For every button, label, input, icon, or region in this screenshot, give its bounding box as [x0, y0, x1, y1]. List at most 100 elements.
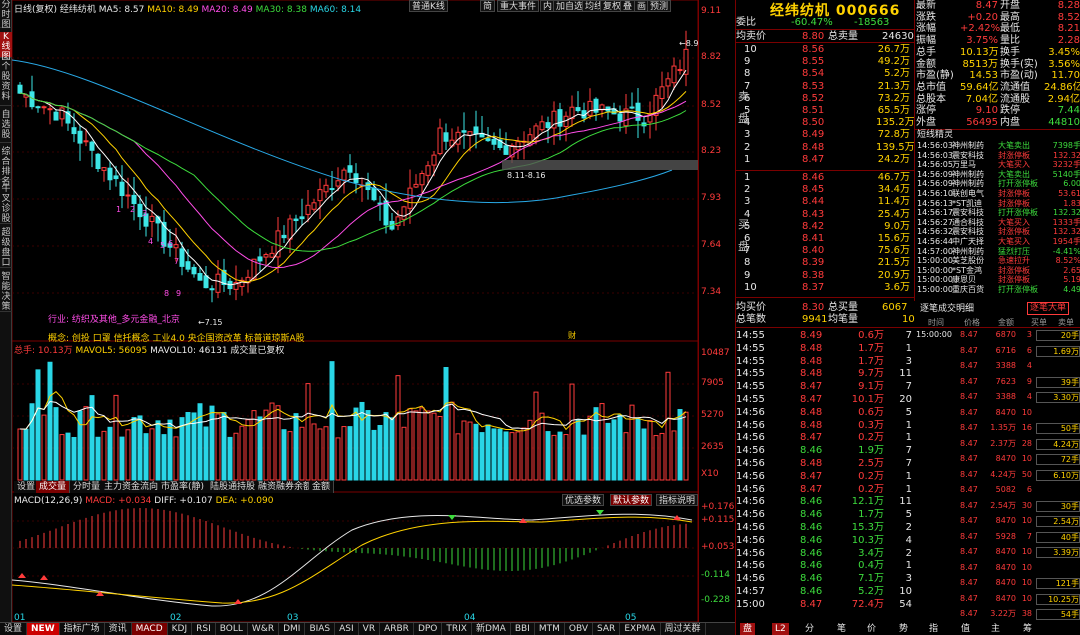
news-stock[interactable]: 震安科技	[952, 208, 984, 217]
indicator-tab-19[interactable]: OBV	[565, 623, 594, 635]
toolbar-btn-2[interactable]: 重大事件	[497, 0, 540, 12]
indicator-tab-20[interactable]: SAR	[593, 623, 621, 635]
indicator-tab-0[interactable]: 设置	[0, 623, 28, 635]
indicator-tab-8[interactable]: W&R	[248, 623, 280, 635]
news-stock[interactable]: 神州制药	[952, 141, 984, 150]
sell-word: 卖	[738, 90, 749, 103]
indicator-tab-18[interactable]: MTM	[535, 623, 565, 635]
subtab-6[interactable]: 融资融券余额	[255, 481, 317, 493]
news-stock[interactable]: *ST金鸿	[952, 266, 982, 275]
indicator-tab-15[interactable]: TRIX	[442, 623, 472, 635]
subtab-1[interactable]: 成交量	[36, 481, 71, 493]
news-stock[interactable]: 美芝股份	[952, 256, 984, 265]
indicator-tab-17[interactable]: BBI	[511, 623, 535, 635]
volume-bar	[677, 409, 683, 481]
subtab-4[interactable]: 市盈率(静)	[158, 481, 209, 493]
volume-bar	[35, 369, 41, 481]
indicator-tab-10[interactable]: BIAS	[305, 623, 336, 635]
subtab-5[interactable]: 陆股通持股	[207, 481, 260, 493]
quote-bottom-tab-1[interactable]: L2	[772, 623, 789, 635]
candle-body	[323, 184, 329, 193]
volume-bar	[509, 432, 515, 481]
trade-count: 1	[905, 560, 912, 572]
macd-btn-2[interactable]: 指标说明	[656, 494, 699, 506]
quote-bottom-tab-3[interactable]: 笔	[834, 623, 849, 635]
news-stock[interactable]: 震安科技	[952, 151, 984, 160]
ask-level: 2	[744, 141, 751, 153]
kline-chart[interactable]: 8.11-8.16 ←8.92 ←7.15 123 4567 89 财 01 02 03 04 05	[12, 0, 698, 622]
indicator-tab-1[interactable]: NEW	[27, 623, 60, 635]
big-order-button[interactable]: 逐笔大单	[1027, 302, 1070, 315]
indicator-tab-6[interactable]: RSI	[192, 623, 216, 635]
news-stock[interactable]: 震安科技	[952, 227, 984, 236]
vtab-3[interactable]: 自选股	[0, 110, 12, 143]
vtab-6[interactable]: 超级盘口	[0, 228, 12, 268]
news-stock[interactable]: 重庆百货	[952, 285, 984, 294]
macd-golden-cross-icon	[234, 599, 242, 604]
quote-bottom-tab-2[interactable]: 分	[802, 623, 817, 635]
quote-bottom-tab-6[interactable]: 指	[926, 623, 941, 635]
macd-btn-1[interactable]: 默认参数	[610, 494, 653, 506]
vtab-0[interactable]: 分时图	[0, 0, 12, 30]
price-axis: 9.11 8.82 8.52 8.23 7.93 7.64 7.34 10487 7905 527…	[698, 0, 734, 622]
bid-level: 2	[744, 184, 751, 196]
news-stock[interactable]: 通合科技	[952, 218, 984, 227]
indicator-tab-11[interactable]: ASI	[335, 623, 359, 635]
quote-bottom-tab-8[interactable]: 主	[988, 623, 1003, 635]
quote-bottom-tab-7[interactable]: 值	[958, 623, 973, 635]
toolbar-btn-0[interactable]: 普通K线	[409, 0, 448, 12]
news-stock[interactable]: 中广天择	[952, 237, 984, 246]
indicator-tab-13[interactable]: ARBR	[380, 623, 414, 635]
indicator-tab-7[interactable]: BOLL	[216, 623, 248, 635]
indicator-tab-21[interactable]: EXPMA	[620, 623, 661, 635]
subtab-2[interactable]: 分时量	[70, 481, 105, 493]
vtab-4[interactable]: 综合排名	[0, 147, 12, 187]
candle-body	[539, 121, 545, 131]
indicator-tab-5[interactable]: KDJ	[168, 623, 193, 635]
quote-bottom-tab-0[interactable]: 盘	[740, 623, 756, 635]
indicator-tab-14[interactable]: DPO	[414, 623, 443, 635]
indicator-tab-16[interactable]: 新DMA	[472, 623, 511, 635]
volume-bar	[587, 415, 593, 481]
stat-label: 外盘	[916, 117, 936, 128]
trade-count: 5	[905, 509, 912, 521]
trade-count: 5	[905, 406, 912, 418]
detail-buy: 6	[1026, 345, 1032, 355]
toolbar-btn-7[interactable]: 叠	[620, 0, 636, 12]
candle-body	[131, 194, 137, 205]
news-stock[interactable]: 神州制药	[952, 247, 984, 256]
quote-bottom-tab-9[interactable]: 筹	[1020, 623, 1035, 635]
indicator-tab-4[interactable]: MACD	[131, 623, 168, 635]
indicator-tab-22[interactable]: 周过关群	[661, 623, 706, 635]
subtab-7[interactable]: 金额	[309, 481, 335, 493]
divider	[736, 297, 914, 298]
vtab-2[interactable]: 个股资料	[0, 62, 12, 106]
news-stock[interactable]: 联创电气	[952, 189, 984, 198]
quote-bottom-tab-5[interactable]: 势	[896, 623, 911, 635]
volume-bar	[623, 432, 629, 481]
toolbar-btn-1[interactable]: 简	[480, 0, 496, 12]
news-time: 14:56:27	[917, 217, 953, 227]
subtab-3[interactable]: 主力资金流向	[101, 481, 163, 493]
quote-bottom-tab-4[interactable]: 价	[864, 623, 879, 635]
vtab-1[interactable]: K线图	[0, 32, 12, 62]
toolbar-btn-9[interactable]: 预测	[647, 0, 672, 12]
ma30-label: MA30: 8.38	[255, 5, 307, 15]
vtab-7[interactable]: 智能决策	[0, 272, 12, 312]
detail-amount: 8470	[995, 454, 1016, 463]
news-stock[interactable]: 康恩贝	[952, 275, 976, 284]
volume-bar	[425, 410, 431, 481]
month-label: 01	[14, 613, 25, 622]
vtab-5[interactable]: 牛叉诊股	[0, 184, 12, 224]
indicator-tab-3[interactable]: 资讯	[105, 623, 132, 635]
news-stock[interactable]: 神州制药	[952, 179, 984, 188]
volume-bar	[563, 434, 569, 481]
news-stock[interactable]: 万里马	[952, 160, 976, 169]
macd-btn-0[interactable]: 优选参数	[562, 494, 605, 506]
indicator-tab-2[interactable]: 指标广场	[60, 623, 105, 635]
indicator-tab-12[interactable]: VR	[359, 623, 381, 635]
news-stock[interactable]: 神州制药	[952, 170, 984, 179]
volume-bar	[455, 433, 461, 481]
indicator-tab-9[interactable]: DMI	[279, 623, 306, 635]
news-stock[interactable]: *ST凯迪	[952, 199, 982, 208]
